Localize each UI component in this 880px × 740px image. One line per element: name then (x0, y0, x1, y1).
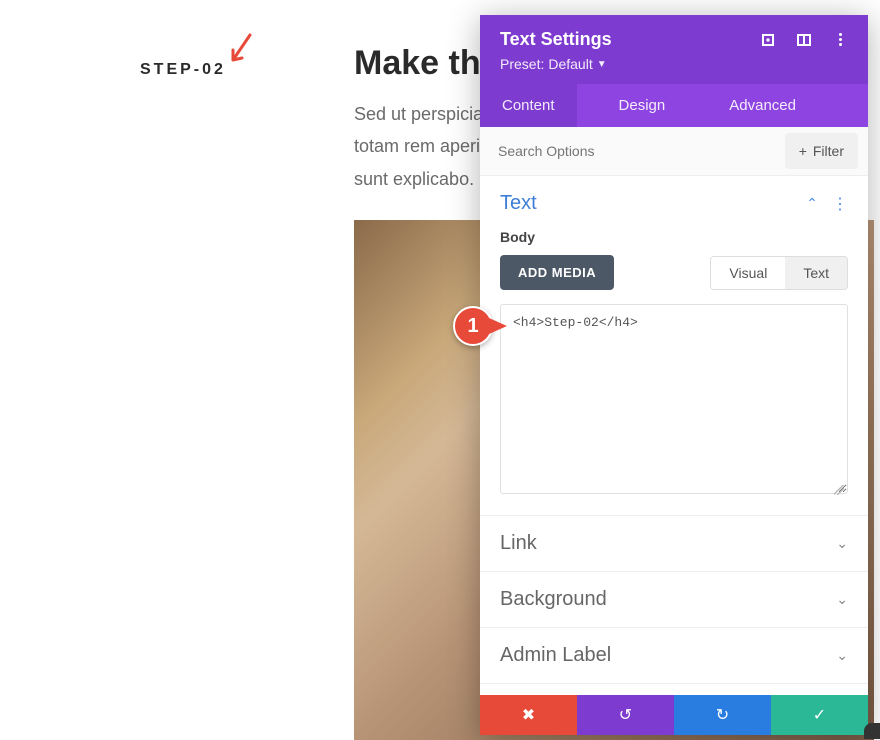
page-heading: Make th (354, 44, 481, 83)
body-label: Body (500, 229, 848, 245)
code-editor[interactable] (500, 304, 848, 494)
section-link-header[interactable]: Link ⌄ (500, 532, 848, 555)
annotation-arrow (225, 30, 255, 70)
section-kebab-icon[interactable]: ⋮ (832, 194, 848, 214)
undo-button[interactable]: ↺ (577, 695, 674, 735)
chevron-down-icon: ⌄ (836, 591, 848, 608)
action-bar: ✖ ↺ ↻ ✓ (480, 695, 868, 735)
section-admin-label-header[interactable]: Admin Label ⌄ (500, 644, 848, 667)
add-media-button[interactable]: ADD MEDIA (500, 255, 614, 290)
check-icon: ✓ (813, 705, 826, 725)
panel-header: Text Settings Preset: Default ▼ (480, 15, 868, 84)
close-icon: ✖ (522, 705, 535, 725)
plus-icon: + (799, 143, 807, 159)
editor-tab-text[interactable]: Text (785, 257, 847, 289)
section-background: Background ⌄ (480, 572, 868, 628)
resize-grip[interactable] (834, 485, 844, 495)
corner-handle[interactable] (864, 723, 880, 739)
kebab-menu-icon[interactable] (832, 32, 848, 48)
preset-selector[interactable]: Preset: Default ▼ (500, 56, 848, 72)
panel-title: Text Settings (500, 29, 612, 50)
tab-content[interactable]: Content (480, 84, 577, 127)
section-text: Text ⌃ ⋮ Body ADD MEDIA Visual Text (480, 176, 868, 516)
chevron-down-icon: ⌄ (836, 647, 848, 664)
redo-button[interactable]: ↻ (674, 695, 771, 735)
tab-design[interactable]: Design (597, 84, 688, 127)
expand-icon[interactable] (760, 32, 776, 48)
panel-body: Text ⌃ ⋮ Body ADD MEDIA Visual Text (480, 176, 868, 695)
undo-icon: ↺ (619, 705, 632, 725)
save-button[interactable]: ✓ (771, 695, 868, 735)
search-filter-row: + Filter (480, 127, 868, 176)
chevron-up-icon: ⌃ (806, 195, 818, 212)
page-paragraph: Sed ut perspiciat totam rem aperi sunt e… (354, 98, 488, 195)
redo-icon: ↻ (716, 705, 729, 725)
chevron-down-icon: ⌄ (836, 535, 848, 552)
search-input[interactable] (480, 129, 785, 173)
settings-panel: Text Settings Preset: Default ▼ Content … (480, 15, 868, 735)
step-label: STEP-02 (140, 61, 226, 79)
cancel-button[interactable]: ✖ (480, 695, 577, 735)
filter-button[interactable]: + Filter (785, 133, 858, 169)
panel-tabs: Content Design Advanced (480, 84, 868, 127)
section-admin-label: Admin Label ⌄ (480, 628, 868, 684)
section-text-header[interactable]: Text ⌃ ⋮ (500, 192, 848, 215)
chevron-down-icon: ▼ (597, 59, 607, 70)
section-background-header[interactable]: Background ⌄ (500, 588, 848, 611)
callout-marker: 1 (453, 306, 493, 346)
editor-tab-visual[interactable]: Visual (711, 257, 785, 289)
section-link: Link ⌄ (480, 516, 868, 572)
tab-advanced[interactable]: Advanced (707, 84, 818, 127)
columns-icon[interactable] (796, 32, 812, 48)
